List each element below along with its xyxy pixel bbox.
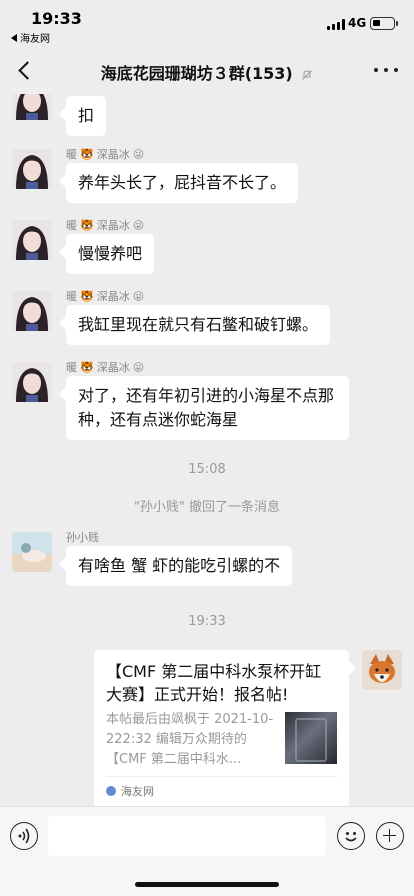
tiger-emoji-icon: 🐯	[80, 218, 94, 232]
emoji-button[interactable]	[337, 822, 365, 850]
recall-notice: "孙小贱" 撤回了一条消息	[133, 500, 281, 515]
card-thumbnail	[285, 712, 337, 764]
avatar[interactable]	[12, 149, 52, 189]
tongue-emoji-icon: 😜	[132, 289, 145, 303]
tiger-emoji-icon: 🐯	[80, 147, 94, 161]
back-to-app-link[interactable]: 海友网	[11, 30, 50, 45]
plus-button[interactable]	[376, 822, 404, 850]
back-button[interactable]	[10, 56, 40, 86]
home-indicator[interactable]	[135, 882, 279, 887]
tongue-emoji-icon: 😜	[132, 218, 145, 232]
chat-title: 海底花园珊瑚坊３群(153)	[100, 64, 293, 83]
battery-icon	[370, 17, 398, 30]
tiger-emoji-icon: 🐯	[80, 289, 94, 303]
card-source: 海友网	[121, 785, 154, 798]
chat-area[interactable]: 扣 暖 🐯 深晶冰 😜 养年头长了，屁抖音不长了。 暖 🐯 深晶冰 😜 慢慢养吧…	[0, 94, 414, 806]
back-app-label: 海友网	[20, 34, 50, 45]
sender-name: 暖 🐯 深晶冰 😜	[66, 147, 145, 162]
message-bubble[interactable]: 养年头长了，屁抖音不长了。	[66, 163, 299, 203]
message-bubble[interactable]: 我缸里现在就只有石鳖和破钉螺。	[66, 305, 331, 345]
voice-icon	[18, 828, 30, 844]
sender-name: 暖 🐯 深晶冰 😜	[66, 289, 145, 304]
status-time: 19:33	[31, 9, 82, 28]
card-title: 【CMF 第二届中科水泵杯开缸大赛】正式开始！报名帖!	[106, 662, 322, 704]
avatar[interactable]	[12, 532, 52, 572]
source-icon	[106, 786, 116, 796]
my-avatar[interactable]	[362, 650, 402, 690]
network-type: 4G	[348, 16, 367, 30]
link-card[interactable]: 【CMF 第二届中科水泵杯开缸大赛】正式开始！报名帖! 本帖最后由飒枫于 202…	[94, 650, 349, 806]
mute-bell-icon	[302, 69, 313, 80]
message-bubble[interactable]: 对了，还有年初引进的小海星不点那种，还有点迷你蛇海星	[66, 376, 349, 440]
chat-header: 海底花园珊瑚坊３群(153)	[0, 48, 414, 94]
avatar[interactable]	[12, 362, 52, 402]
timestamp: 15:08	[188, 462, 226, 477]
sender-name: 暖 🐯 深晶冰 😜	[66, 360, 145, 375]
avatar[interactable]	[12, 220, 52, 260]
tongue-emoji-icon: 😜	[132, 360, 145, 374]
tiger-emoji-icon: 🐯	[80, 360, 94, 374]
message-bubble[interactable]: 慢慢养吧	[66, 234, 155, 274]
timestamp: 19:33	[188, 614, 226, 629]
sender-name: 孙小贱	[66, 531, 99, 544]
chat-title-wrap: 海底花园珊瑚坊３群(153)	[60, 60, 354, 84]
more-button[interactable]	[374, 62, 398, 78]
voice-button[interactable]	[10, 822, 38, 850]
avatar[interactable]	[12, 94, 52, 120]
back-triangle-icon	[11, 33, 17, 42]
message-input[interactable]	[48, 816, 326, 856]
avatar[interactable]	[12, 291, 52, 331]
status-bar: 19:33 海友网 4G	[0, 0, 414, 48]
signal-icon	[327, 19, 345, 30]
message-bubble[interactable]: 扣	[66, 96, 107, 136]
smiley-icon	[345, 832, 357, 842]
message-bubble[interactable]: 有啥鱼 蟹 虾的能吃引螺的不	[66, 546, 293, 586]
tongue-emoji-icon: 😜	[132, 147, 145, 161]
sender-name: 暖 🐯 深晶冰 😜	[66, 218, 145, 233]
card-description: 本帖最后由飒枫于 2021-10-222:32 编辑万众期待的【CMF 第二届中…	[106, 712, 274, 767]
